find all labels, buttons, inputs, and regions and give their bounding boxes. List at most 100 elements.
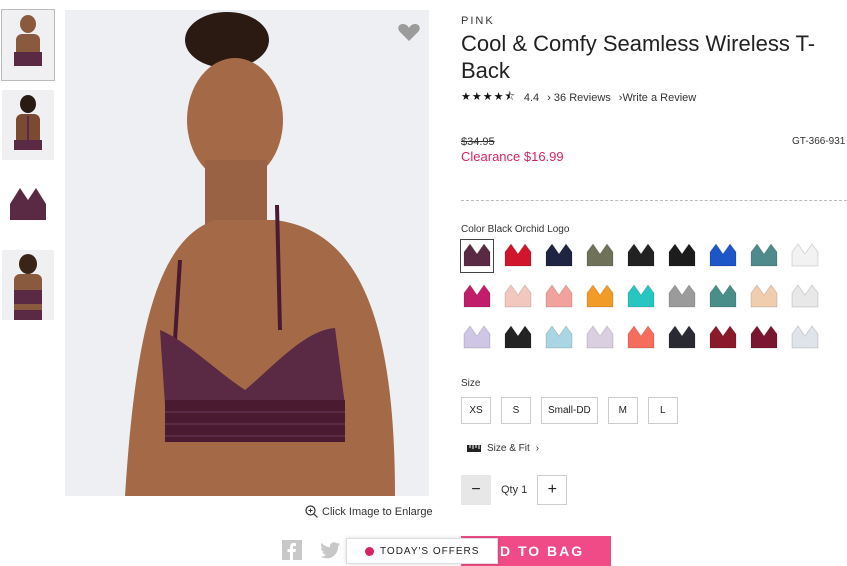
bra-swatch-icon — [668, 325, 696, 349]
bra-swatch-icon — [791, 325, 819, 349]
color-swatch[interactable] — [666, 281, 698, 313]
quantity-decrease-button[interactable]: − — [461, 475, 491, 505]
bra-swatch-icon — [586, 284, 614, 308]
bra-swatch-icon — [463, 243, 491, 267]
color-swatch[interactable] — [707, 281, 739, 313]
size-option-small-dd[interactable]: Small-DD — [541, 397, 598, 424]
quantity-increase-button[interactable]: + — [537, 475, 568, 505]
size-fit-label: Size & Fit — [487, 443, 530, 454]
quantity-stepper: − Qty 1 + — [461, 475, 568, 505]
enlarge-label: Click Image to Enlarge — [322, 505, 433, 518]
brand-name: PINK — [461, 15, 495, 27]
size-fit-link[interactable]: Size & Fit › — [467, 443, 539, 454]
bra-swatch-icon — [504, 325, 532, 349]
color-swatch[interactable] — [666, 240, 698, 272]
bra-swatch-icon — [627, 325, 655, 349]
bra-swatch-icon — [545, 243, 573, 267]
product-hero-image[interactable] — [65, 10, 429, 496]
thumbnail-flat[interactable] — [2, 170, 54, 240]
thumbnail-back[interactable] — [2, 90, 54, 160]
model-photo — [65, 10, 429, 496]
color-swatch[interactable] — [789, 281, 821, 313]
todays-offers-tab[interactable]: TODAY'S OFFERS — [346, 538, 498, 564]
write-review-link[interactable]: ›Write a Review — [619, 92, 696, 104]
color-swatch[interactable] — [502, 240, 534, 272]
bra-swatch-icon — [463, 284, 491, 308]
color-swatch[interactable] — [666, 322, 698, 354]
twitter-icon[interactable] — [321, 540, 341, 560]
size-label: Size — [461, 378, 481, 389]
color-swatch-grid — [460, 239, 847, 354]
bra-swatch-icon — [586, 243, 614, 267]
ruler-icon — [467, 445, 481, 452]
size-option-s[interactable]: S — [501, 397, 531, 424]
write-review-label: Write a Review — [622, 91, 697, 104]
bra-swatch-icon — [791, 243, 819, 267]
star-rating-icon: ★★★★⯪ — [461, 91, 516, 103]
color-swatch[interactable] — [748, 322, 780, 354]
color-swatch[interactable] — [748, 281, 780, 313]
reviews-link[interactable]: › 36 Reviews — [547, 92, 611, 104]
color-swatch[interactable] — [502, 281, 534, 313]
color-swatch[interactable] — [543, 240, 575, 272]
bra-swatch-icon — [463, 325, 491, 349]
color-swatch[interactable] — [625, 281, 657, 313]
color-label: Color Black Orchid Logo — [461, 224, 570, 235]
bra-swatch-icon — [504, 284, 532, 308]
color-swatch[interactable] — [625, 322, 657, 354]
bra-swatch-icon — [750, 284, 778, 308]
bra-swatch-icon — [709, 325, 737, 349]
color-swatch[interactable] — [625, 240, 657, 272]
color-swatch[interactable] — [748, 240, 780, 272]
offer-dot-icon — [365, 546, 374, 556]
size-option-m[interactable]: M — [607, 397, 638, 424]
rating-row: ★★★★⯪ 4.4 › 36 Reviews ›Write a Review — [461, 88, 696, 107]
color-swatch[interactable] — [502, 322, 534, 354]
heart-icon[interactable] — [397, 20, 421, 44]
color-swatch[interactable] — [584, 281, 616, 313]
divider — [461, 200, 847, 201]
color-swatch[interactable] — [460, 239, 494, 273]
thumbnail-image — [2, 10, 54, 80]
clearance-price: Clearance $16.99 — [461, 149, 564, 164]
color-swatch[interactable] — [789, 240, 821, 272]
size-option-xs[interactable]: XS — [461, 397, 491, 424]
bra-swatch-icon — [750, 325, 778, 349]
bra-swatch-icon — [791, 284, 819, 308]
color-swatch[interactable] — [707, 322, 739, 354]
bra-swatch-icon — [709, 284, 737, 308]
thumbnail-image — [2, 170, 54, 240]
zoom-icon — [305, 505, 318, 518]
facebook-icon[interactable] — [282, 540, 302, 560]
color-swatch[interactable] — [584, 322, 616, 354]
color-swatch[interactable] — [707, 240, 739, 272]
color-swatch[interactable] — [543, 322, 575, 354]
bra-swatch-icon — [668, 243, 696, 267]
thumbnail-model[interactable] — [2, 250, 54, 320]
bra-swatch-icon — [668, 284, 696, 308]
bra-swatch-icon — [627, 243, 655, 267]
quantity-value: Qty 1 — [501, 484, 528, 496]
bra-swatch-icon — [504, 243, 532, 267]
rating-value: 4.4 — [523, 91, 540, 104]
size-options: XS S Small-DD M L — [461, 397, 678, 424]
color-swatch[interactable] — [789, 322, 821, 354]
thumbnail-front[interactable] — [1, 9, 55, 81]
thumbnail-image — [2, 90, 54, 160]
thumbnail-list — [1, 9, 56, 330]
size-option-l[interactable]: L — [647, 397, 678, 424]
bra-swatch-icon — [586, 325, 614, 349]
original-price: $34.95 — [461, 136, 495, 148]
product-sku: GT-366-931 — [792, 136, 846, 147]
color-swatch[interactable] — [584, 240, 616, 272]
chevron-right-icon: › — [535, 443, 540, 454]
color-swatch[interactable] — [543, 281, 575, 313]
thumbnail-image — [2, 250, 54, 320]
color-swatch[interactable] — [461, 322, 493, 354]
enlarge-hint[interactable]: Click Image to Enlarge — [305, 505, 433, 518]
bra-swatch-icon — [545, 325, 573, 349]
product-title: Cool & Comfy Seamless Wireless T-Back — [461, 31, 816, 83]
color-swatch[interactable] — [461, 281, 493, 313]
todays-offers-label: TODAY'S OFFERS — [380, 545, 480, 557]
bra-swatch-icon — [627, 284, 655, 308]
